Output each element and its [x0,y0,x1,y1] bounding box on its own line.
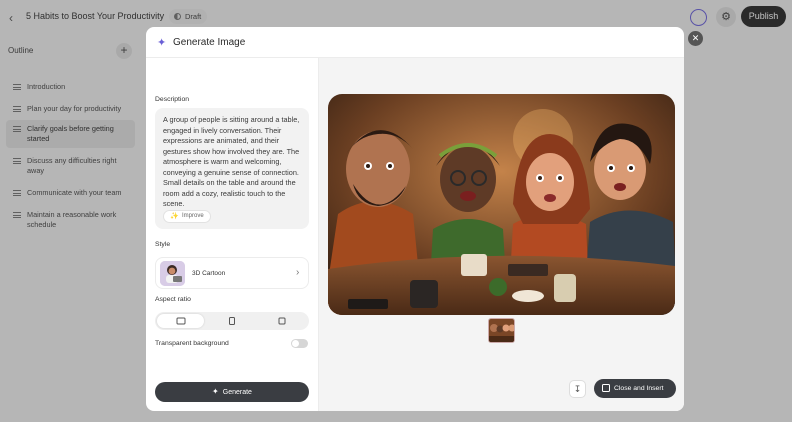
transparent-background-toggle[interactable] [291,339,308,348]
toggle-knob [292,340,299,347]
chevron-right-icon: › [296,267,300,278]
aspect-landscape-option[interactable] [157,314,204,328]
description-label: Description [155,96,189,103]
generated-image [328,94,675,315]
description-textarea[interactable]: A group of people is sitting around a ta… [155,108,309,229]
close-and-insert-button[interactable]: Close and Insert [594,379,676,398]
style-thumbnail [160,261,185,286]
generate-label: Generate [222,389,252,396]
generate-image-dialog: ✦ Generate Image Description A group of … [146,27,684,411]
improve-label: Improve [182,213,204,219]
square-icon [278,317,285,325]
style-name: 3D Cartoon [192,270,226,277]
download-icon: ↧ [573,384,582,394]
dialog-title: Generate Image [173,37,246,48]
portrait-image-icon [228,317,235,325]
download-button[interactable]: ↧ [569,380,586,398]
sparkle-icon: ✦ [157,37,167,49]
style-selector[interactable]: 3D Cartoon › [155,257,309,289]
dialog-header: ✦ Generate Image [146,27,684,58]
image-thumbnail[interactable] [488,318,515,343]
magic-wand-icon: ✨ [170,213,179,220]
settings-pane: Description A group of people is sitting… [146,58,318,411]
close-icon: ✕ [691,33,700,43]
style-label: Style [155,241,171,248]
close-dialog-button[interactable]: ✕ [688,31,703,46]
generate-button[interactable]: ✦ Generate [155,382,309,402]
sparkle-icon: ✦ [212,387,219,396]
transparent-background-label: Transparent background [155,340,229,347]
aspect-portrait-option[interactable] [208,314,255,328]
aspect-ratio-selector [155,312,309,330]
close-and-insert-label: Close and Insert [614,385,664,392]
landscape-image-icon [176,317,185,325]
image-icon [602,384,610,392]
improve-button[interactable]: ✨ Improve [163,210,211,223]
preview-pane: ↧ Close and Insert [318,58,684,411]
aspect-square-option[interactable] [258,314,305,328]
aspect-ratio-label: Aspect ratio [155,296,191,303]
description-text[interactable]: A group of people is sitting around a ta… [163,115,301,210]
